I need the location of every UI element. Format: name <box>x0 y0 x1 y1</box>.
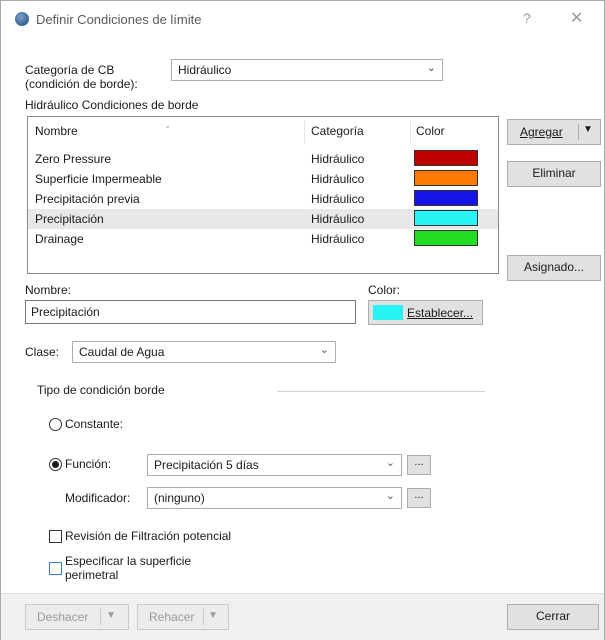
row-name: Zero Pressure <box>35 152 112 166</box>
constant-radio[interactable] <box>49 418 62 431</box>
seepage-review-checkbox[interactable] <box>49 530 62 543</box>
split-separator <box>203 609 204 625</box>
modifier-browse-button[interactable]: ... <box>407 488 431 508</box>
category-label-line1: Categoría de CB <box>25 63 115 77</box>
dialog-footer: Deshacer ▼ Rehacer ▼ Cerrar <box>1 593 604 640</box>
close-button-label: Cerrar <box>535 609 570 623</box>
color-swatch <box>414 150 478 166</box>
split-separator <box>100 609 101 625</box>
color-preview-swatch <box>373 305 403 320</box>
boundary-conditions-list[interactable]: Nombre Categoría Color ⌄ Zero Pressure H… <box>27 116 499 274</box>
name-label: Nombre: <box>25 283 72 297</box>
column-header-category[interactable]: Categoría <box>311 117 364 145</box>
list-caption: Hidráulico Condiciones de borde <box>25 98 199 112</box>
delete-button[interactable]: Eliminar <box>507 161 601 187</box>
bc-type-section-label: Tipo de condición borde <box>37 383 165 397</box>
row-name: Precipitación <box>35 212 104 226</box>
perimeter-surface-label-line2: perimetral <box>65 568 119 582</box>
row-category: Hidráulico <box>311 172 365 186</box>
function-select[interactable]: Precipitación 5 días ⌄ <box>147 454 402 476</box>
column-header-name[interactable]: Nombre <box>35 117 78 145</box>
color-swatch <box>414 190 478 206</box>
row-category: Hidráulico <box>311 232 365 246</box>
redo-button[interactable]: Rehacer ▼ <box>137 604 229 630</box>
perimeter-surface-checkbox[interactable] <box>49 562 62 575</box>
color-label: Color: <box>368 283 401 297</box>
set-color-label: Establecer... <box>407 306 474 320</box>
class-label: Clase: <box>25 345 60 359</box>
window-title: Definir Condiciones de límite <box>36 12 202 27</box>
name-input[interactable]: Precipitación <box>25 300 356 324</box>
list-item[interactable]: Zero Pressure Hidráulico <box>28 149 498 169</box>
row-category: Hidráulico <box>311 192 365 206</box>
row-category: Hidráulico <box>311 152 365 166</box>
color-swatch <box>414 230 478 246</box>
chevron-down-icon: ⌄ <box>385 490 395 502</box>
function-label: Función: <box>65 457 112 471</box>
define-boundary-conditions-dialog: Definir Condiciones de límite ? ✕ Catego… <box>0 0 605 640</box>
color-swatch <box>414 210 478 226</box>
list-item[interactable]: Drainage Hidráulico <box>28 229 498 249</box>
chevron-down-icon: ⌄ <box>319 344 329 356</box>
close-button[interactable]: Cerrar <box>507 604 599 630</box>
function-browse-button[interactable]: ... <box>407 455 431 475</box>
list-item[interactable]: Superficie Impermeable Hidráulico <box>28 169 498 189</box>
sort-arrow-icon: ⌄ <box>164 120 172 130</box>
color-swatch <box>414 170 478 186</box>
name-input-value: Precipitación <box>31 305 100 319</box>
close-icon[interactable]: ✕ <box>570 8 583 28</box>
add-button-label: Agregar <box>520 125 563 139</box>
column-divider <box>304 121 305 143</box>
class-select-value: Caudal de Agua <box>79 345 165 359</box>
assigned-button-label: Asignado... <box>523 260 585 274</box>
help-button[interactable]: ? <box>523 10 531 26</box>
assigned-button[interactable]: Asignado... <box>507 255 601 281</box>
section-divider <box>277 391 485 392</box>
add-button[interactable]: Agregar ▼ <box>507 119 601 145</box>
delete-button-label: Eliminar <box>532 166 576 180</box>
row-name: Drainage <box>35 232 84 246</box>
row-name: Precipitación previa <box>35 192 140 206</box>
category-select[interactable]: Hidráulico ⌄ <box>171 59 443 81</box>
dropdown-arrow-icon[interactable]: ▼ <box>106 610 116 621</box>
modifier-select-value: (ninguno) <box>154 491 205 505</box>
row-name: Superficie Impermeable <box>35 172 162 186</box>
redo-label: Rehacer <box>149 610 195 624</box>
modifier-select[interactable]: (ninguno) ⌄ <box>147 487 402 509</box>
class-select[interactable]: Caudal de Agua ⌄ <box>72 341 336 363</box>
app-icon <box>15 12 29 26</box>
seepage-review-label: Revisión de Filtración potencial <box>65 529 232 543</box>
function-select-value: Precipitación 5 días <box>154 458 259 472</box>
category-label-line2: (condición de borde): <box>25 77 138 91</box>
chevron-down-icon: ⌄ <box>385 457 395 469</box>
split-separator <box>578 124 579 140</box>
title-bar: Definir Condiciones de límite ? ✕ <box>1 1 604 39</box>
category-select-value: Hidráulico <box>178 63 232 77</box>
column-divider <box>410 121 411 143</box>
row-category: Hidráulico <box>311 212 365 226</box>
modifier-label: Modificador: <box>65 491 131 505</box>
undo-button[interactable]: Deshacer ▼ <box>25 604 129 630</box>
dropdown-arrow-icon[interactable]: ▼ <box>583 124 593 135</box>
dropdown-arrow-icon[interactable]: ▼ <box>208 610 218 621</box>
chevron-down-icon: ⌄ <box>426 62 436 74</box>
function-radio[interactable] <box>49 458 62 471</box>
perimeter-surface-label-line1: Especificar la superficie <box>65 554 192 568</box>
list-item-selected[interactable]: Precipitación Hidráulico <box>28 209 498 229</box>
column-header-color[interactable]: Color <box>416 117 445 145</box>
undo-label: Deshacer <box>37 610 89 624</box>
list-item[interactable]: Precipitación previa Hidráulico <box>28 189 498 209</box>
constant-label: Constante: <box>65 417 124 431</box>
set-color-button[interactable]: Establecer... <box>368 300 483 325</box>
